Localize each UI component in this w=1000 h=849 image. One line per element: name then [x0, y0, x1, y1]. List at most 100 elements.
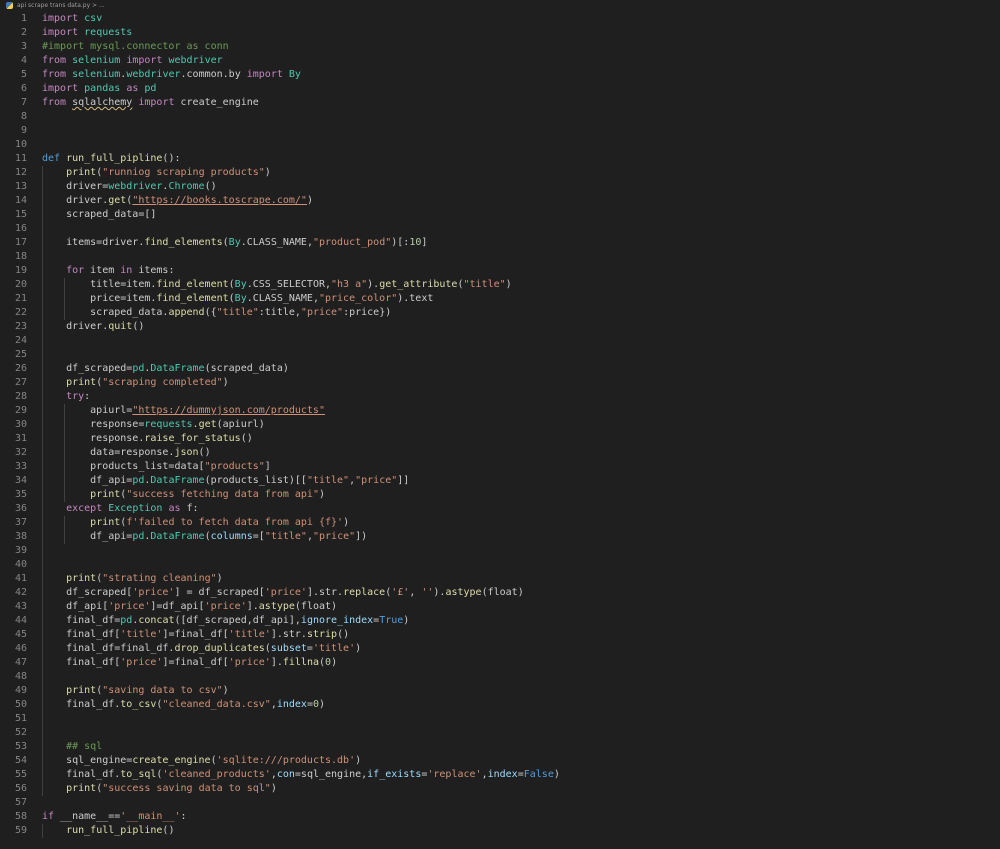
code-line[interactable]: 43 df_api['price']=df_api['price'].astyp… — [0, 600, 1000, 614]
code-text[interactable]: title=item.find_element(By.CSS_SELECTOR,… — [42, 278, 512, 292]
code-text[interactable]: df_scraped['price'] = df_scraped['price'… — [42, 586, 524, 600]
code-line[interactable]: 38 df_api=pd.DataFrame(columns=["title",… — [0, 530, 1000, 544]
code-text[interactable]: print("saving data to csv") — [42, 684, 229, 698]
code-line[interactable]: 41 print("strating cleaning") — [0, 572, 1000, 586]
code-line[interactable]: 31 response.raise_for_status() — [0, 432, 1000, 446]
breadcrumb-path[interactable]: api scrape trans data.py > ... — [17, 2, 105, 9]
code-text[interactable]: driver.get("https://books.toscrape.com/"… — [42, 194, 313, 208]
code-text[interactable]: import csv — [42, 12, 102, 26]
code-text[interactable]: sql_engine=create_engine('sqlite:///prod… — [42, 754, 361, 768]
code-text[interactable]: from selenium.webdriver.common.by import… — [42, 68, 301, 82]
code-line[interactable]: 25 — [0, 348, 1000, 362]
code-line[interactable]: 8 — [0, 110, 1000, 124]
code-line[interactable]: 56 print("success saving data to sql") — [0, 782, 1000, 796]
code-line[interactable]: 57 — [0, 796, 1000, 810]
code-text[interactable]: print("success fetching data from api") — [42, 488, 325, 502]
code-text[interactable]: final_df.to_csv("cleaned_data.csv",index… — [42, 698, 325, 712]
code-line[interactable]: 5 from selenium.webdriver.common.by impor… — [0, 68, 1000, 82]
code-text[interactable]: response=requests.get(apiurl) — [42, 418, 265, 432]
code-line[interactable]: 33 products_list=data["products"] — [0, 460, 1000, 474]
code-text[interactable]: driver=webdriver.Chrome() — [42, 180, 217, 194]
code-line[interactable]: 17 items=driver.find_elements(By.CLASS_N… — [0, 236, 1000, 250]
code-text[interactable]: price=item.find_element(By.CLASS_NAME,"p… — [42, 292, 433, 306]
code-line[interactable]: 4 from selenium import webdriver — [0, 54, 1000, 68]
code-line[interactable]: 34 df_api=pd.DataFrame(products_list)[["… — [0, 474, 1000, 488]
code-line[interactable]: 27 print("scraping completed") — [0, 376, 1000, 390]
code-line[interactable]: 6 import pandas as pd — [0, 82, 1000, 96]
code-text[interactable]: final_df['title']=final_df['title'].str.… — [42, 628, 349, 642]
code-text[interactable]: print("success saving data to sql") — [42, 782, 277, 796]
code-line[interactable]: 50 final_df.to_csv("cleaned_data.csv",in… — [0, 698, 1000, 712]
code-line[interactable]: 53 ## sql — [0, 740, 1000, 754]
code-text[interactable]: try: — [42, 390, 90, 404]
code-line[interactable]: 16 — [0, 222, 1000, 236]
breadcrumb[interactable]: api scrape trans data.py > ... — [0, 0, 1000, 10]
code-line[interactable]: 44 final_df=pd.concat([df_scraped,df_api… — [0, 614, 1000, 628]
code-line[interactable]: 32 data=response.json() — [0, 446, 1000, 460]
code-line[interactable]: 35 print("success fetching data from api… — [0, 488, 1000, 502]
code-text[interactable]: df_api=pd.DataFrame(products_list)[["tit… — [42, 474, 409, 488]
code-line[interactable]: 10 — [0, 138, 1000, 152]
code-text[interactable]: df_api['price']=df_api['price'].astype(f… — [42, 600, 337, 614]
code-text[interactable]: for item in items: — [42, 264, 174, 278]
code-text[interactable]: ## sql — [42, 740, 102, 754]
code-text[interactable]: print("strating cleaning") — [42, 572, 223, 586]
code-line[interactable]: 26 df_scraped=pd.DataFrame(scraped_data) — [0, 362, 1000, 376]
code-line[interactable]: 7 from sqlalchemy import create_engine — [0, 96, 1000, 110]
code-text[interactable]: apiurl="https://dummyjson.com/products" — [42, 404, 325, 418]
code-line[interactable]: 48 — [0, 670, 1000, 684]
code-text[interactable]: scraped_data=[] — [42, 208, 156, 222]
code-line[interactable]: 58 if __name__=='__main__': — [0, 810, 1000, 824]
code-line[interactable]: 47 final_df['price']=final_df['price'].f… — [0, 656, 1000, 670]
code-text[interactable]: from selenium import webdriver — [42, 54, 223, 68]
code-line[interactable]: 1 import csv — [0, 12, 1000, 26]
code-line[interactable]: 54 sql_engine=create_engine('sqlite:///p… — [0, 754, 1000, 768]
code-text[interactable]: #import mysql.connector as conn — [42, 40, 229, 54]
code-text[interactable]: final_df.to_sql('cleaned_products',con=s… — [42, 768, 560, 782]
code-text[interactable]: df_scraped=pd.DataFrame(scraped_data) — [42, 362, 289, 376]
code-line[interactable]: 18 — [0, 250, 1000, 264]
code-line[interactable]: 24 — [0, 334, 1000, 348]
code-line[interactable]: 3 #import mysql.connector as conn — [0, 40, 1000, 54]
code-text[interactable]: def run_full_pipline(): — [42, 152, 180, 166]
code-line[interactable]: 36 except Exception as f: — [0, 502, 1000, 516]
code-line[interactable]: 39 — [0, 544, 1000, 558]
code-line[interactable]: 40 — [0, 558, 1000, 572]
code-line[interactable]: 14 driver.get("https://books.toscrape.co… — [0, 194, 1000, 208]
code-text[interactable]: run_full_pipline() — [42, 824, 174, 838]
code-line[interactable]: 37 print(f'failed to fetch data from api… — [0, 516, 1000, 530]
code-text[interactable]: driver.quit() — [42, 320, 144, 334]
code-text[interactable]: data=response.json() — [42, 446, 210, 460]
code-line[interactable]: 59 run_full_pipline() — [0, 824, 1000, 838]
code-text[interactable]: import requests — [42, 26, 132, 40]
code-line[interactable]: 49 print("saving data to csv") — [0, 684, 1000, 698]
code-line[interactable]: 51 — [0, 712, 1000, 726]
code-text[interactable]: if __name__=='__main__': — [42, 810, 187, 824]
code-line[interactable]: 28 try: — [0, 390, 1000, 404]
code-line[interactable]: 45 final_df['title']=final_df['title'].s… — [0, 628, 1000, 642]
code-line[interactable]: 55 final_df.to_sql('cleaned_products',co… — [0, 768, 1000, 782]
code-editor[interactable]: 1 import csv 2 import requests 3 #import mysq… — [0, 11, 1000, 849]
code-text[interactable]: final_df['price']=final_df['price'].fill… — [42, 656, 337, 670]
code-line[interactable]: 19 for item in items: — [0, 264, 1000, 278]
code-text[interactable]: final_df=pd.concat([df_scraped,df_api],i… — [42, 614, 409, 628]
code-line[interactable]: 15 scraped_data=[] — [0, 208, 1000, 222]
code-line[interactable]: 42 df_scraped['price'] = df_scraped['pri… — [0, 586, 1000, 600]
code-text[interactable]: products_list=data["products"] — [42, 460, 271, 474]
code-line[interactable]: 20 title=item.find_element(By.CSS_SELECT… — [0, 278, 1000, 292]
code-line[interactable]: 12 print("runniog scraping products") — [0, 166, 1000, 180]
code-line[interactable]: 11 def run_full_pipline(): — [0, 152, 1000, 166]
code-line[interactable]: 9 — [0, 124, 1000, 138]
code-line[interactable]: 2 import requests — [0, 26, 1000, 40]
code-line[interactable]: 13 driver=webdriver.Chrome() — [0, 180, 1000, 194]
code-text[interactable]: items=driver.find_elements(By.CLASS_NAME… — [42, 236, 427, 250]
code-line[interactable]: 23 driver.quit() — [0, 320, 1000, 334]
code-text[interactable]: df_api=pd.DataFrame(columns=["title","pr… — [42, 530, 367, 544]
code-line[interactable]: 29 apiurl="https://dummyjson.com/product… — [0, 404, 1000, 418]
code-text[interactable]: print("runniog scraping products") — [42, 166, 271, 180]
code-line[interactable]: 46 final_df=final_df.drop_duplicates(sub… — [0, 642, 1000, 656]
code-line[interactable]: 52 — [0, 726, 1000, 740]
code-line[interactable]: 30 response=requests.get(apiurl) — [0, 418, 1000, 432]
code-text[interactable]: print(f'failed to fetch data from api {f… — [42, 516, 349, 530]
code-line[interactable]: 22 scraped_data.append({"title":title,"p… — [0, 306, 1000, 320]
